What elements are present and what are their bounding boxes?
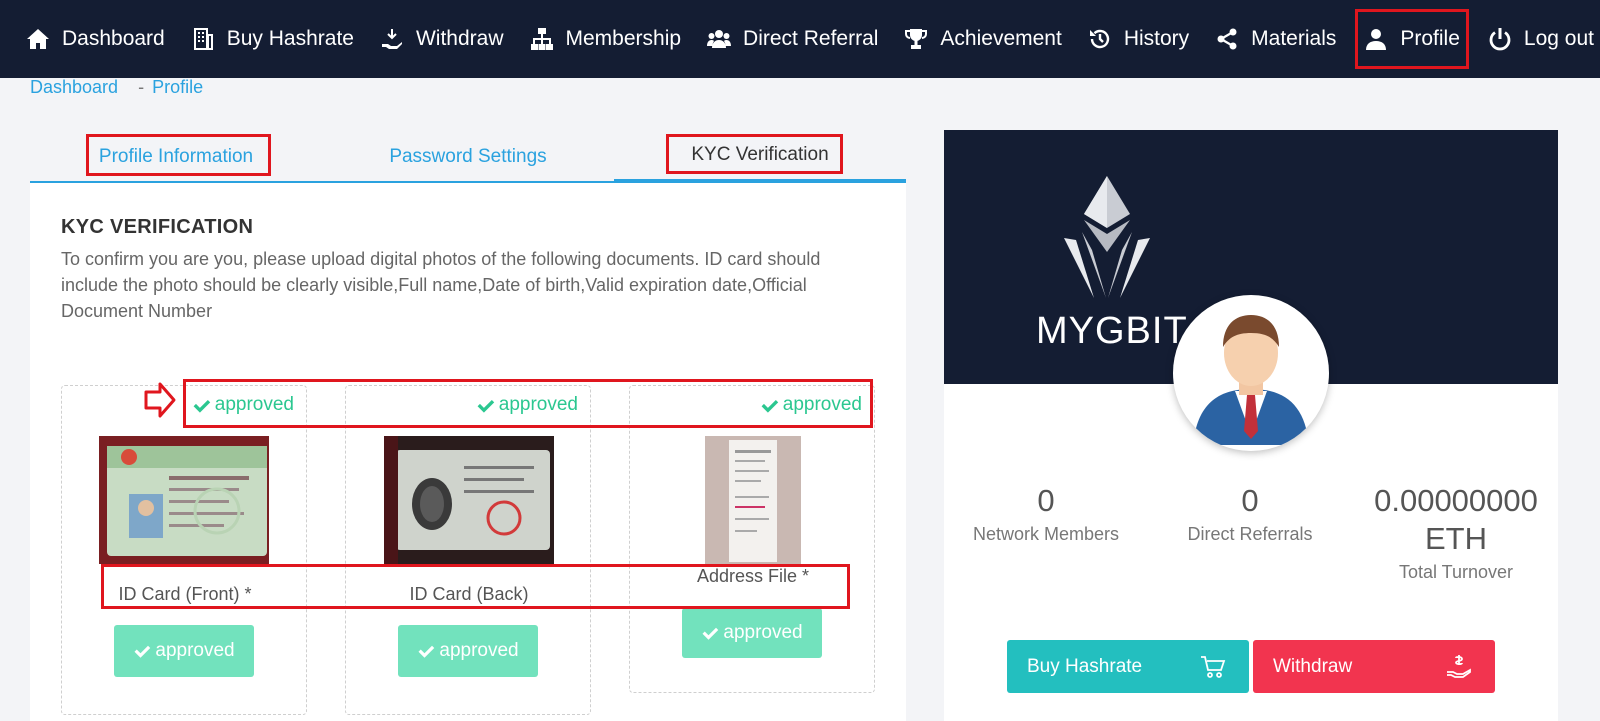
avatar[interactable] [1173, 295, 1329, 451]
kyc-description: To confirm you are you, please upload di… [61, 249, 821, 321]
nav-withdraw-label: Withdraw [415, 27, 504, 50]
stat-total-turnover: 0.00000000 ETH Total Turnover [1354, 482, 1558, 583]
buy-hashrate-button-label: Buy Hashrate [1027, 655, 1143, 677]
kyc-verification-card: KYC VERIFICATION To confirm you are you,… [30, 183, 906, 721]
stat-value: 0 [1037, 483, 1055, 518]
nav-history-label: History [1123, 27, 1190, 50]
nav-direct-referral[interactable]: Direct Referral [703, 12, 882, 66]
profile-tabs: Profile Information Password Settings KY… [30, 130, 906, 183]
nav-membership-label: Membership [565, 27, 682, 50]
breadcrumb-dashboard-link[interactable]: Dashboard [30, 77, 118, 98]
status-text: approved [498, 394, 578, 415]
approved-button-label: approved [439, 640, 519, 661]
approved-button[interactable]: approved [114, 625, 254, 677]
status-approved: approved [192, 394, 294, 416]
check-icon [477, 399, 494, 413]
top-navigation: Dashboard Buy Hashrate Withdraw Membersh… [0, 0, 1600, 78]
hand-coin-icon [381, 29, 402, 49]
tab-kyc-verification[interactable]: KYC Verification [614, 130, 906, 183]
nav-withdraw[interactable]: Withdraw [376, 12, 508, 66]
approved-button-label: approved [723, 622, 803, 643]
check-icon [193, 399, 210, 413]
withdraw-button-label: Withdraw [1273, 655, 1353, 677]
breadcrumb-current[interactable]: Profile [152, 77, 203, 98]
users-icon [707, 30, 732, 48]
buy-hashrate-button[interactable]: Buy Hashrate [1007, 640, 1249, 693]
stat-value: 0 [1241, 483, 1259, 518]
status-approved: approved [760, 394, 862, 416]
nav-materials[interactable]: Materials [1211, 12, 1340, 66]
stat-network-members: 0 Network Members [944, 482, 1148, 545]
tab-profile-information[interactable]: Profile Information [30, 130, 322, 183]
hand-coin-icon [1447, 655, 1471, 678]
tab-kyc-verification-label: KYC Verification [691, 143, 829, 165]
mygbit-logo-icon [1064, 176, 1150, 298]
tab-password-settings-label: Password Settings [389, 145, 547, 167]
breadcrumb: Dashboard - Profile [30, 77, 203, 98]
stat-value: 0.00000000 ETH [1374, 483, 1538, 556]
approved-button[interactable]: approved [682, 608, 822, 658]
kyc-title: KYC VERIFICATION [61, 216, 254, 238]
stat-direct-referrals: 0 Direct Referrals [1148, 482, 1352, 545]
nav-profile-label: Profile [1400, 27, 1460, 50]
shopping-cart-icon [1201, 656, 1226, 678]
nav-history[interactable]: History [1084, 12, 1193, 66]
address-file-image[interactable] [705, 436, 801, 564]
share-icon [1217, 28, 1237, 50]
history-icon [1089, 29, 1110, 49]
kyc-document-id-back: approved ID Card (Back) approved [345, 385, 591, 715]
nav-direct-referral-label: Direct Referral [743, 27, 879, 50]
power-icon [1489, 28, 1511, 51]
tab-password-settings[interactable]: Password Settings [322, 130, 614, 183]
nav-buy-hashrate-label: Buy Hashrate [226, 27, 354, 50]
document-label: ID Card (Front) * [118, 584, 252, 604]
nav-materials-label: Materials [1251, 27, 1337, 50]
check-icon [418, 645, 435, 658]
status-text: approved [782, 394, 862, 415]
arrow-right-icon [144, 382, 176, 418]
check-icon [761, 399, 778, 413]
home-icon [27, 29, 49, 49]
breadcrumb-separator: - [138, 77, 145, 97]
approved-button[interactable]: approved [398, 625, 538, 677]
profile-summary-card: MYGBIT 0 Network Members 0 Direct Referr… [944, 130, 1558, 721]
kyc-document-address: approved Address File * approved [629, 385, 875, 693]
user-avatar-icon [1193, 315, 1309, 445]
document-label: Address File * [696, 566, 810, 586]
nav-buy-hashrate[interactable]: Buy Hashrate [187, 12, 358, 66]
check-icon [702, 627, 719, 640]
nav-achievement[interactable]: Achievement [900, 12, 1065, 66]
tab-profile-information-label: Profile Information [98, 145, 254, 167]
stat-label: Direct Referrals [1187, 524, 1313, 544]
trophy-icon [905, 29, 928, 49]
nav-dashboard[interactable]: Dashboard [22, 12, 169, 66]
nav-membership[interactable]: Membership [526, 12, 686, 66]
id-card-front-image[interactable] [99, 436, 269, 564]
stat-label: Total Turnover [1398, 562, 1514, 582]
stat-label: Network Members [972, 524, 1120, 544]
nav-achievement-label: Achievement [940, 27, 1062, 50]
nav-profile[interactable]: Profile [1355, 9, 1469, 69]
nav-logout-label: Log out [1523, 27, 1594, 50]
nav-dashboard-label: Dashboard [62, 27, 165, 50]
brand-name: MYGBIT [1036, 310, 1188, 352]
nav-logout[interactable]: Log out [1484, 12, 1598, 66]
building-icon [193, 28, 213, 50]
status-approved: approved [476, 394, 578, 416]
user-icon [1366, 29, 1387, 50]
document-label: ID Card (Back) [409, 584, 529, 604]
approved-button-label: approved [155, 640, 235, 661]
status-text: approved [214, 394, 294, 415]
withdraw-button[interactable]: Withdraw [1253, 640, 1495, 693]
id-card-back-image[interactable] [384, 436, 554, 564]
check-icon [134, 645, 151, 658]
kyc-document-id-front: approved ID Card (Front) * approved [61, 385, 307, 715]
sitemap-icon [530, 28, 553, 50]
